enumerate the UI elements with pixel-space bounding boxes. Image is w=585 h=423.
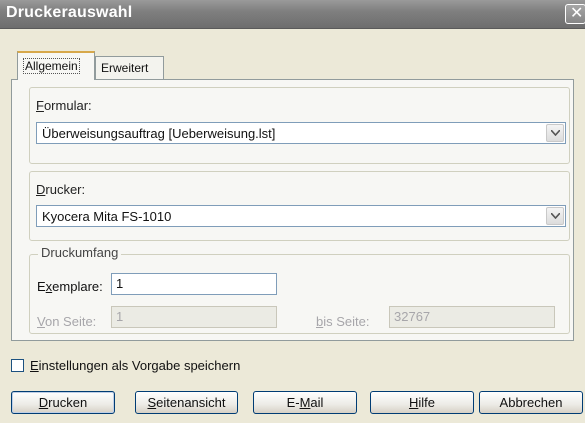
formular-select[interactable]: Überweisungsauftrag [Ueberweisung.lst] [36,122,566,144]
drucken-button[interactable]: Drucken [11,391,115,414]
save-as-default-label[interactable]: Einstellungen als Vorgabe speichern [30,358,240,373]
window-title: Druckerauswahl [6,4,133,21]
title-bar[interactable]: Druckerauswahl ✕ [0,0,585,29]
formular-value: Überweisungsauftrag [Ueberweisung.lst] [42,126,276,141]
von-seite-label: Von Seite: [37,314,97,329]
formular-label: Formular: [36,98,92,113]
hilfe-button[interactable]: Hilfe [370,391,474,414]
abbrechen-button[interactable]: Abbrechen [479,391,583,414]
email-button[interactable]: E-Mail [253,391,357,414]
save-as-default-checkbox[interactable] [11,359,24,372]
exemplare-label: Exemplare: [37,279,103,294]
druckumfang-legend: Druckumfang [38,245,122,260]
bis-seite-input[interactable]: 32767 [389,306,555,328]
drucker-select[interactable]: Kyocera Mita FS-1010 [36,205,566,227]
drucker-value: Kyocera Mita FS-1010 [42,209,172,224]
close-button[interactable]: ✕ [565,4,585,24]
exemplare-input[interactable]: 1 [111,273,277,295]
chevron-down-icon [551,130,560,136]
drucker-dropdown-button[interactable] [546,207,564,225]
close-icon: ✕ [570,5,584,22]
tab-erweitert-label: Erweitert [101,61,149,75]
printer-selection-dialog: Druckerauswahl ✕ Allgemein Erweitert For… [0,0,585,423]
tab-erweitert[interactable]: Erweitert [95,56,164,79]
von-seite-input[interactable]: 1 [111,306,277,328]
bis-seite-label: bis Seite: [316,314,370,329]
tab-allgemein[interactable]: Allgemein [17,51,95,80]
drucker-label: Drucker: [36,182,86,197]
tab-allgemein-label: Allgemein [23,58,80,74]
chevron-down-icon [551,213,560,219]
seitenansicht-button[interactable]: Seitenansicht [135,391,238,414]
formular-dropdown-button[interactable] [546,124,564,142]
